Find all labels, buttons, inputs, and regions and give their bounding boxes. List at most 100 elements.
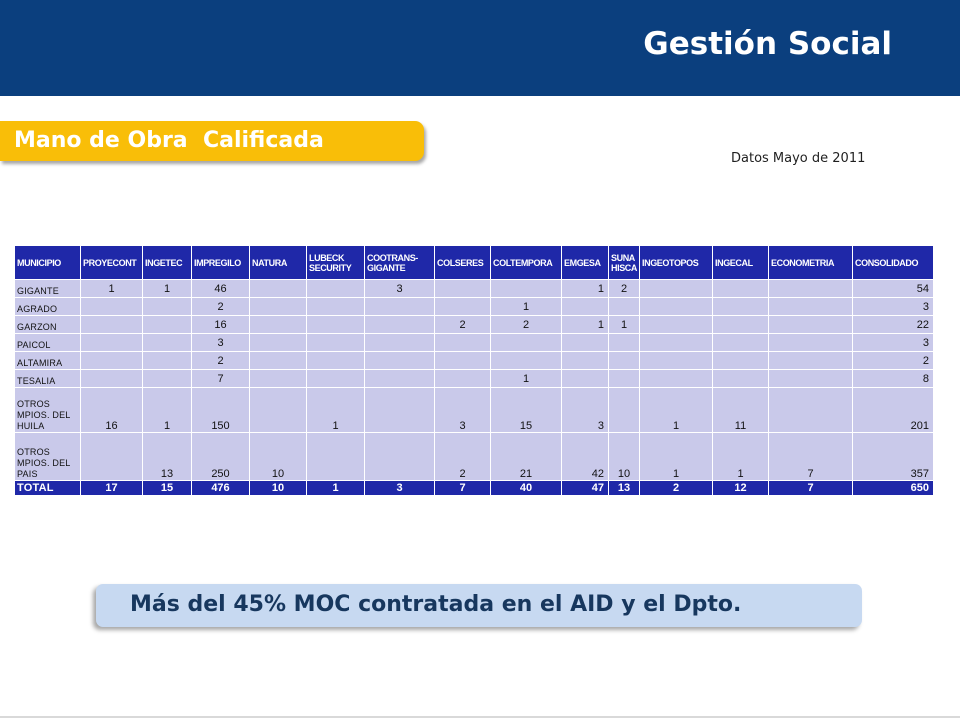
table-header-row: MUNICIPIO PROYECONT INGETEC IMPREGILO NATURA… [14, 245, 934, 280]
value-cell: 1 [639, 387, 713, 433]
value-cell [561, 297, 609, 316]
value-cell: 16 [80, 387, 143, 433]
value-cell: 13 [142, 432, 192, 481]
value-cell: 7 [191, 369, 250, 388]
column-header: COLTEMPORA [490, 245, 562, 280]
value-cell [490, 333, 562, 352]
table-row: GARZON 16 2 2 1 1 22 [14, 315, 934, 334]
value-cell [434, 297, 491, 316]
value-cell [768, 315, 853, 334]
value-cell: 2 [191, 297, 250, 316]
value-cell [490, 351, 562, 370]
value-cell: 7 [768, 432, 853, 481]
table-row: TESALIA 7 1 8 [14, 369, 934, 388]
value-cell: 2 [608, 279, 640, 298]
value-cell [306, 333, 365, 352]
column-header: INGECAL [712, 245, 769, 280]
value-cell: 3 [852, 333, 934, 352]
value-cell [639, 315, 713, 334]
value-cell: 1 [80, 279, 143, 298]
date-note: Datos Mayo de 2011 [731, 151, 866, 166]
value-cell [364, 432, 435, 481]
value-cell: 2 [434, 315, 491, 334]
value-cell [434, 369, 491, 388]
value-cell [639, 279, 713, 298]
column-header: LUBECK SECURITY [306, 245, 365, 280]
value-cell [249, 387, 307, 433]
table-row: OTROS MPIOS. DEL PAIS 13 250 10 2 21 42 10 1 1 7 35… [14, 432, 934, 481]
municipio-cell: ALTAMIRA [14, 351, 81, 370]
value-cell [561, 351, 609, 370]
value-cell [249, 369, 307, 388]
value-cell [364, 369, 435, 388]
value-cell [608, 351, 640, 370]
total-cell: 2 [639, 480, 713, 496]
value-cell: 150 [191, 387, 250, 433]
section-title-bar: Mano de Obra Calificada [0, 121, 424, 161]
value-cell: 8 [852, 369, 934, 388]
value-cell [364, 297, 435, 316]
value-cell [142, 351, 192, 370]
value-cell [608, 387, 640, 433]
total-cell: 7 [768, 480, 853, 496]
value-cell [434, 333, 491, 352]
value-cell: 3 [561, 387, 609, 433]
municipio-cell: PAICOL [14, 333, 81, 352]
value-cell [249, 351, 307, 370]
municipio-cell: TESALIA [14, 369, 81, 388]
municipio-cell: OTROS MPIOS. DEL HUILA [14, 387, 81, 433]
value-cell [639, 333, 713, 352]
value-cell: 2 [490, 315, 562, 334]
value-cell: 1 [608, 315, 640, 334]
table-row: AGRADO 2 1 3 [14, 297, 934, 316]
value-cell [364, 333, 435, 352]
value-cell: 16 [191, 315, 250, 334]
header-bar: Gestión Social [0, 0, 960, 96]
total-cell: 650 [852, 480, 934, 496]
total-cell: 476 [191, 480, 250, 496]
value-cell [490, 279, 562, 298]
municipio-cell: OTROS MPIOS. DEL PAIS [14, 432, 81, 481]
value-cell [608, 297, 640, 316]
value-cell [639, 297, 713, 316]
value-cell [712, 369, 769, 388]
callout-box: Más del 45% MOC contratada en el AID y e… [96, 584, 862, 627]
column-header: MUNICIPIO [14, 245, 81, 280]
value-cell [561, 333, 609, 352]
value-cell [80, 432, 143, 481]
value-cell [434, 351, 491, 370]
column-header: CONSOLIDADO [852, 245, 934, 280]
value-cell: 54 [852, 279, 934, 298]
value-cell [249, 279, 307, 298]
value-cell [306, 369, 365, 388]
value-cell [249, 333, 307, 352]
column-header: IMPREGILO [191, 245, 250, 280]
value-cell: 3 [191, 333, 250, 352]
table-row: PAICOL 3 3 [14, 333, 934, 352]
value-cell [80, 333, 143, 352]
value-cell [768, 351, 853, 370]
value-cell: 11 [712, 387, 769, 433]
total-cell: 7 [434, 480, 491, 496]
column-header: COLSERES [434, 245, 491, 280]
value-cell [768, 369, 853, 388]
value-cell [80, 351, 143, 370]
table-row: OTROS MPIOS. DEL HUILA 16 1 150 1 3 15 3 1 11 201 [14, 387, 934, 433]
value-cell [306, 432, 365, 481]
value-cell: 250 [191, 432, 250, 481]
value-cell [768, 279, 853, 298]
labor-table: MUNICIPIO PROYECONT INGETEC IMPREGILO NATURA… [14, 245, 934, 496]
value-cell: 1 [142, 279, 192, 298]
value-cell [561, 369, 609, 388]
column-header: SUNA HISCA [608, 245, 640, 280]
value-cell: 1 [561, 315, 609, 334]
value-cell: 46 [191, 279, 250, 298]
value-cell: 22 [852, 315, 934, 334]
value-cell [80, 297, 143, 316]
total-cell: 10 [249, 480, 307, 496]
total-cell: 17 [80, 480, 143, 496]
value-cell: 1 [561, 279, 609, 298]
value-cell [712, 279, 769, 298]
value-cell: 3 [434, 387, 491, 433]
value-cell: 42 [561, 432, 609, 481]
